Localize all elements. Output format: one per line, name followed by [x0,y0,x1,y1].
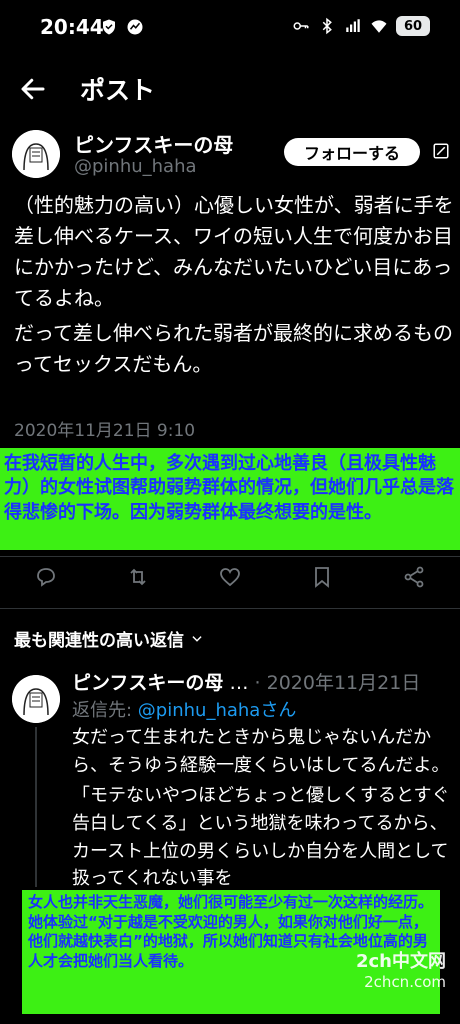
battery-indicator: 60 [396,16,430,36]
watermark-title: 2ch中文网 [355,951,446,972]
avatar-illustration [12,130,60,178]
top-bar: ポスト [0,58,460,120]
post-text: （性的魅力の高い）心優しい女性が、弱者に手を差し伸べるケース、ワイの短い人生で何… [14,190,454,384]
reply-name-ellipsis: … [229,672,249,694]
reply-sort-selector[interactable]: 最も関連性の高い返信 [14,626,204,651]
status-time: 20:44 [40,15,104,39]
post-paragraph: だって差し伸べられた弱者が最終的に求めるものってセックスだもん。 [14,321,453,376]
translation-line: 女人也并非天生恶魔，她们很可能至少有过一次这样的经历。 [28,893,434,911]
reply-paragraph: 「モテないやつほどちょっと優しくするとすぐ告白してくる」という地獄を味わってるか… [72,784,450,890]
back-arrow-icon[interactable] [18,74,48,104]
chevron-down-icon [192,635,202,642]
reply-to-link[interactable]: @pinhu_hahaさん [138,700,297,721]
reply-sort-label: 最も関連性の高い返信 [14,631,184,651]
post-paragraph: （性的魅力の高い）心優しい女性が、弱者に手を差し伸べるケース、ワイの短い人生で何… [14,193,454,310]
reply-to-prefix: 返信先: [72,700,138,721]
grok-icon[interactable] [432,142,450,160]
thread-line [35,727,37,887]
follow-button[interactable]: フォローする [284,138,420,166]
status-bar: 20:44 60 [0,0,460,58]
author-handle[interactable]: @pinhu_haha [74,156,197,177]
like-icon[interactable] [218,565,242,589]
app-notification-icon [127,19,143,35]
reply-to: 返信先: @pinhu_hahaさん [72,696,296,722]
watermark: 2ch中文网 2chcn.com [356,950,446,993]
watermark-url: 2chcn.com [364,973,446,992]
page-title: ポスト [80,76,156,105]
key-icon [293,22,309,30]
share-icon[interactable] [402,565,426,589]
reply-text: 女だって生まれたときから鬼じゃないんだから、そうゆう経験一度くらいはしてるんだよ… [72,724,456,895]
avatar-illustration [12,675,60,723]
signal-icon [346,19,360,32]
wifi-icon [371,20,387,33]
translation-overlay: 在我短暂的人生中，多次遇到过心地善良（且极具性魅力）的女性试图帮助弱势群体的情况… [0,448,460,550]
bookmark-icon[interactable] [310,565,334,589]
reply-header: ピンフスキーの母 … · 2020年11月21日 [72,668,420,695]
post-timestamp[interactable]: 2020年11月21日 9:10 [14,416,195,441]
reply-paragraph: 女だって生まれたときから鬼じゃないんだから、そうゆう経験一度くらいはしてるんだよ… [72,727,450,776]
reply-icon[interactable] [34,565,58,589]
avatar[interactable] [12,130,60,178]
post-actions [0,565,460,595]
author-name[interactable]: ピンフスキーの母 [74,129,233,158]
reply-date[interactable]: · 2020年11月21日 [255,672,421,694]
reply-author-name[interactable]: ピンフスキーの母 [72,672,223,694]
reply-avatar[interactable] [12,675,60,723]
repost-icon[interactable] [126,565,150,589]
shield-icon [103,19,115,35]
divider [0,556,460,557]
divider [0,608,460,609]
bluetooth-icon [322,17,332,35]
